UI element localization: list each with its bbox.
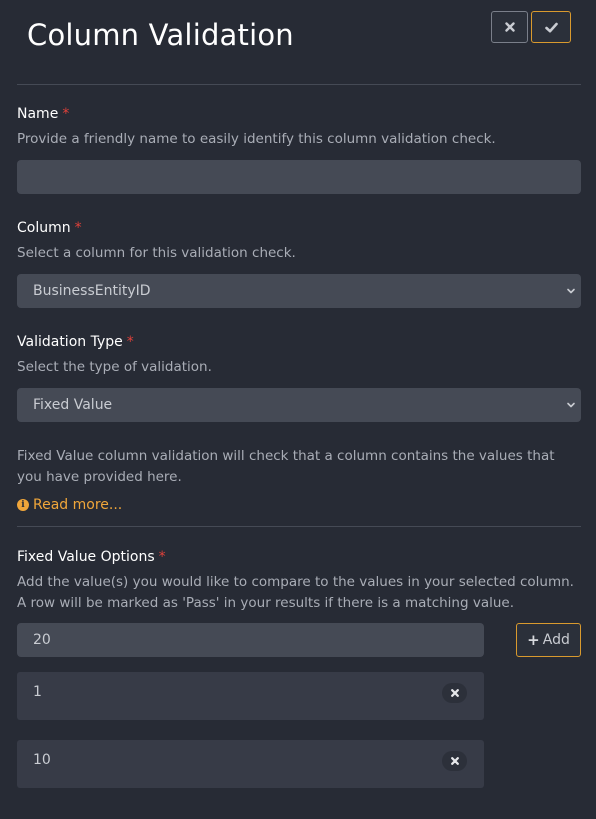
remove-value-button[interactable]	[442, 683, 467, 703]
fixed-value-text: 10	[33, 752, 51, 768]
required-mark: *	[158, 549, 166, 565]
validation-type-select[interactable]: Fixed Value	[17, 388, 581, 422]
close-icon	[504, 22, 515, 32]
chevron-down-icon	[567, 402, 575, 408]
name-label: Name *	[17, 106, 70, 122]
add-value-button[interactable]: + Add	[516, 623, 581, 657]
list-item: 10	[17, 740, 484, 788]
validation-type-label: Validation Type *	[17, 334, 134, 350]
remove-value-button[interactable]	[442, 751, 467, 771]
required-mark: *	[126, 334, 134, 350]
check-icon	[544, 22, 558, 32]
column-select-value: BusinessEntityID	[33, 283, 151, 299]
cancel-button[interactable]	[491, 11, 528, 43]
fixed-value-options-help: Add the value(s) you would like to compa…	[17, 574, 574, 611]
required-mark: *	[74, 220, 82, 236]
name-help: Provide a friendly name to easily identi…	[17, 131, 496, 147]
info-icon: i	[17, 499, 29, 511]
fixed-value-input-value: 20	[33, 632, 51, 648]
chevron-down-icon	[567, 288, 575, 294]
list-item: 1	[17, 672, 484, 720]
read-more-label: Read more...	[33, 497, 123, 513]
read-more-link[interactable]: i Read more...	[17, 497, 122, 513]
required-mark: *	[62, 106, 70, 122]
add-value-label: Add	[542, 632, 570, 648]
page-title: Column Validation	[27, 18, 294, 52]
fixed-value-text: 1	[33, 684, 42, 700]
name-input[interactable]	[17, 160, 581, 194]
validation-type-help: Select the type of validation.	[17, 359, 212, 375]
section-divider	[17, 526, 581, 527]
validation-type-select-value: Fixed Value	[33, 397, 113, 413]
plus-icon: +	[527, 631, 540, 649]
header-divider	[17, 84, 581, 85]
close-icon	[450, 757, 459, 765]
validation-type-description: Fixed Value column validation will check…	[17, 448, 555, 485]
close-icon	[450, 689, 459, 697]
save-button[interactable]	[531, 11, 571, 43]
column-help: Select a column for this validation chec…	[17, 245, 296, 261]
fixed-value-input[interactable]: 20	[17, 623, 484, 657]
panel-header: Column Validation	[0, 0, 596, 84]
column-select[interactable]: BusinessEntityID	[17, 274, 581, 308]
column-validation-panel: Column Validation Name * Provide a friend…	[0, 0, 596, 819]
fixed-value-options-label: Fixed Value Options *	[17, 549, 166, 565]
column-label: Column *	[17, 220, 82, 236]
